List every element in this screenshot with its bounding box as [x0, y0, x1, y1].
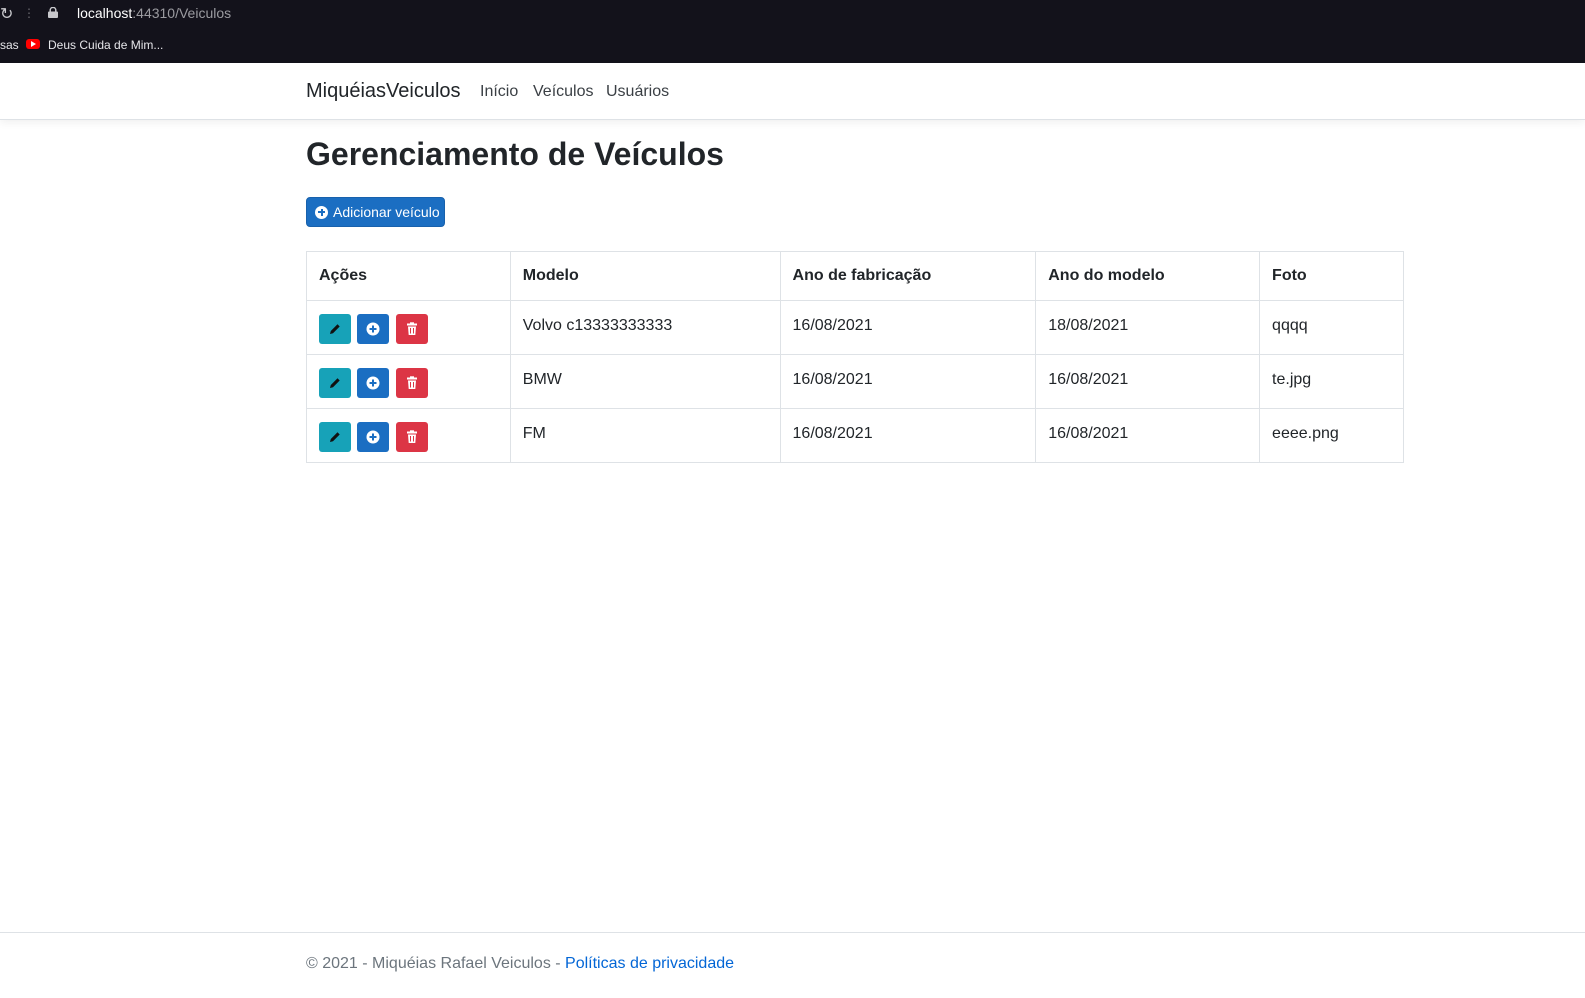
nav-link-veiculos[interactable]: Veículos [533, 83, 593, 101]
table-row: BMW 16/08/2021 16/08/2021 te.jpg [306, 354, 1404, 409]
url-path: :44310/Veiculos [132, 5, 232, 21]
nav-link-inicio[interactable]: Início [480, 83, 518, 101]
add-vehicle-label: Adicionar veículo [333, 204, 440, 220]
cell-ano-fabricacao: 16/08/2021 [779, 408, 1037, 463]
cell-ano-modelo: 18/08/2021 [1035, 300, 1261, 355]
navbar-brand[interactable]: MiquéiasVeiculos [306, 80, 461, 103]
cell-foto: te.jpg [1259, 354, 1404, 409]
trash-icon [406, 376, 417, 389]
cell-modelo: Volvo c13333333333 [509, 300, 781, 355]
trash-icon [406, 430, 417, 443]
pencil-icon [330, 432, 340, 442]
navbar: MiquéiasVeiculos Início Veículos Usuário… [0, 63, 1585, 120]
cell-foto: eeee.png [1259, 408, 1404, 463]
delete-button[interactable] [395, 368, 428, 398]
footer-text-wrap: © 2021 - Miquéias Rafael Veiculos - Polí… [306, 955, 734, 973]
details-button[interactable] [357, 314, 390, 344]
cell-ano-fabricacao: 16/08/2021 [779, 354, 1037, 409]
lock-icon [48, 7, 58, 18]
column-header-foto: Foto [1259, 251, 1404, 301]
pencil-icon [330, 324, 340, 334]
trash-icon [406, 322, 417, 335]
url-host: localhost [77, 5, 133, 21]
column-header-ano-modelo: Ano do modelo [1035, 251, 1261, 301]
address-bar[interactable]: localhost:44310/Veiculos [77, 5, 231, 21]
cell-ano-modelo: 16/08/2021 [1035, 408, 1261, 463]
cell-ano-modelo: 16/08/2021 [1035, 354, 1261, 409]
column-header-acoes: Ações [306, 251, 511, 301]
row-actions [306, 354, 511, 409]
youtube-icon [26, 39, 40, 49]
plus-circle-icon [366, 430, 380, 444]
table-row: Volvo c13333333333 16/08/2021 18/08/2021… [306, 300, 1404, 355]
table-header-row: Ações Modelo Ano de fabricação Ano do mo… [306, 251, 1404, 301]
pencil-icon [330, 378, 340, 388]
vehicles-table: Ações Modelo Ano de fabricação Ano do mo… [306, 251, 1404, 463]
edit-button[interactable] [319, 314, 351, 344]
privacy-link[interactable]: Políticas de privacidade [565, 955, 734, 972]
row-actions [306, 300, 511, 355]
details-button[interactable] [357, 422, 390, 452]
edit-button[interactable] [319, 422, 351, 452]
plus-circle-icon [366, 322, 380, 336]
details-button[interactable] [357, 368, 390, 398]
edit-button[interactable] [319, 368, 351, 398]
add-vehicle-button[interactable]: Adicionar veículo [306, 197, 445, 227]
bookmark-item[interactable]: Deus Cuida de Mim... [48, 38, 163, 52]
delete-button[interactable] [395, 422, 428, 452]
page-title: Gerenciamento de Veículos [306, 136, 724, 172]
bookmark-item-truncated[interactable]: sas [0, 38, 19, 52]
delete-button[interactable] [395, 314, 428, 344]
browser-chrome: ↻ ⋮ localhost:44310/Veiculos sas Deus Cu… [0, 0, 1585, 63]
plus-circle-icon [366, 376, 380, 390]
column-header-modelo: Modelo [509, 251, 781, 301]
cell-modelo: FM [509, 408, 781, 463]
cell-modelo: BMW [509, 354, 781, 409]
plus-circle-icon [315, 205, 328, 219]
nav-link-usuarios[interactable]: Usuários [606, 83, 669, 101]
table-row: FM 16/08/2021 16/08/2021 eeee.png [306, 408, 1404, 463]
footer-copyright: © 2021 - Miquéias Rafael Veiculos - [306, 955, 566, 972]
cell-ano-fabricacao: 16/08/2021 [779, 300, 1037, 355]
footer: © 2021 - Miquéias Rafael Veiculos - Polí… [0, 932, 1585, 998]
cell-foto: qqqq [1259, 300, 1404, 355]
column-header-ano-fabricacao: Ano de fabricação [779, 251, 1037, 301]
row-actions [306, 408, 511, 463]
separator-icon: ⋮ [23, 6, 35, 20]
reload-icon[interactable]: ↻ [0, 4, 13, 24]
